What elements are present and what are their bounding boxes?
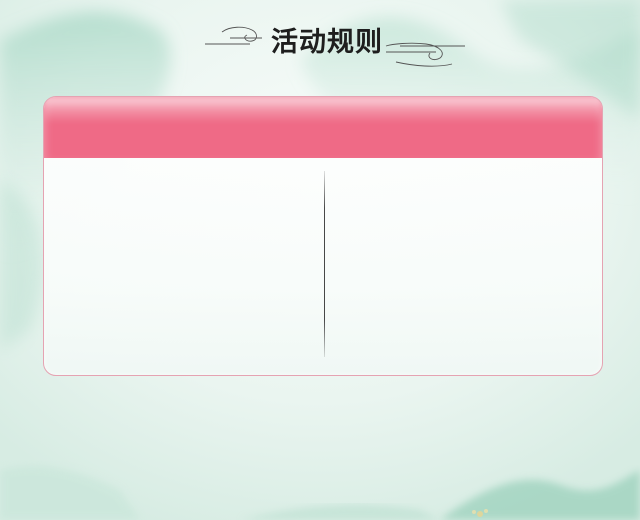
rules-panel: [43, 96, 603, 376]
title-banner: 活动规则: [200, 18, 470, 70]
rules-column-left: [44, 158, 324, 375]
rules-column-right: [325, 158, 602, 375]
panel-header-glow: [44, 97, 602, 123]
panel-header-bar: [44, 97, 602, 158]
page-title: 活动规则: [271, 27, 383, 58]
